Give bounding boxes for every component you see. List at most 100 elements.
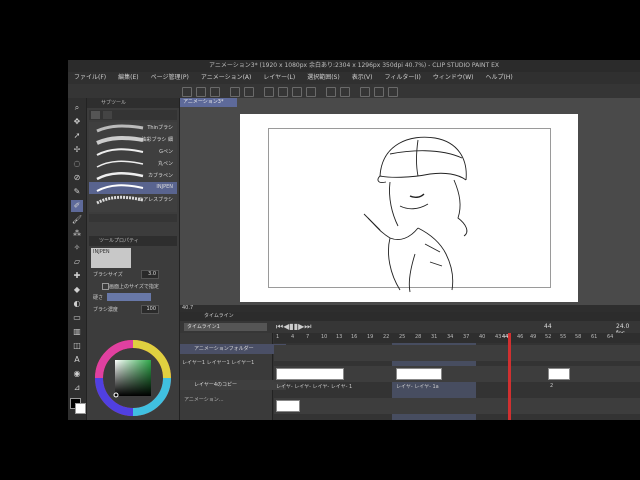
blend-tool-icon[interactable]: ✚ <box>71 270 83 282</box>
decoration-tool-icon[interactable]: ✧ <box>71 242 83 254</box>
fill-icon[interactable] <box>340 87 350 97</box>
track-cells <box>274 366 640 382</box>
zoom-tool-icon[interactable]: ⌕ <box>71 102 83 114</box>
letterbox-bottom <box>0 420 640 480</box>
menu-help[interactable]: ヘルプ(H) <box>479 72 518 84</box>
clear-icon[interactable] <box>264 87 274 97</box>
menu-page[interactable]: ページ管理(P) <box>145 72 195 84</box>
tool-property-header: ツールプロパティ <box>89 236 177 246</box>
app-window: アニメーション3* (1920 x 1080px 余白あり:2304 x 129… <box>68 60 640 420</box>
brush-tool-icon[interactable]: 🖌 <box>71 214 83 226</box>
brush-group-icon[interactable] <box>91 111 100 119</box>
lasso-tool-icon[interactable]: ◌ <box>71 158 83 170</box>
canvas-status-bar: 40.7 <box>180 305 640 312</box>
playback-controls-icon[interactable]: ⏮◀▮▮▶⏭ <box>276 322 312 332</box>
brush-list: Thinブラシ 油彩ブラシ 細 Gペン 丸ペン カブラペン INJPEN エアレ… <box>89 122 177 212</box>
correct-line-tool-icon[interactable]: ⊿ <box>71 382 83 394</box>
save-icon[interactable] <box>210 87 220 97</box>
hardness-label: 硬さ <box>93 295 104 301</box>
canvas-area: アニメーション3* 40.7 <box>180 98 640 312</box>
airbrush-tool-icon[interactable]: ⁂ <box>71 228 83 240</box>
brush-item[interactable]: カブラペン <box>89 170 177 182</box>
timeline-panel: タイムライン タイムライン1 ⏮◀▮▮▶⏭ 44 24.0 fps アニメーショ… <box>180 312 640 420</box>
subtool-header: サブツール <box>87 98 179 108</box>
track-animation-folder <box>274 345 640 361</box>
timeline-cell[interactable] <box>276 400 300 412</box>
crop-icon[interactable] <box>326 87 336 97</box>
timeline-cell[interactable] <box>276 368 344 380</box>
frame-tool-icon[interactable]: ▥ <box>71 326 83 338</box>
tool-palette: ⌕ ✥ ➚ ✢ ◌ ⊘ ✎ ✐ 🖌 ⁂ ✧ ▱ ✚ ◆ ◐ ▭ ▥ ◫ A ◉ … <box>68 98 87 420</box>
subtool-panel: サブツール Thinブラシ 油彩ブラシ 細 Gペン 丸ペン カブラペン INJP… <box>87 98 180 420</box>
transform-icon[interactable] <box>278 87 288 97</box>
move-tool-icon[interactable]: ✥ <box>71 116 83 128</box>
pencil-tool-icon[interactable]: ✐ <box>71 200 83 212</box>
density-label: ブラシ濃度 <box>93 307 118 313</box>
color-wheel[interactable] <box>95 340 171 416</box>
undo-icon[interactable] <box>230 87 240 97</box>
brush-item-selected[interactable]: INJPEN <box>89 182 177 194</box>
playhead[interactable] <box>508 333 511 420</box>
new-icon[interactable] <box>182 87 192 97</box>
menu-window[interactable]: ウィンドウ(W) <box>427 72 480 84</box>
screen-size-label: 画面上のサイズで指定 <box>109 284 159 290</box>
brush-item[interactable]: Thinブラシ <box>89 122 177 134</box>
invert-icon[interactable] <box>306 87 316 97</box>
sub-color-swatch[interactable] <box>75 403 86 414</box>
layer-cells-label: レイヤー1 レイヤー1 レイヤー1 <box>182 360 255 366</box>
fill-tool-icon[interactable]: ◆ <box>71 284 83 296</box>
brush-size-field[interactable]: 3.0 <box>141 270 159 279</box>
brush-list-footer <box>89 214 177 222</box>
layer-bottom[interactable]: アニメーション... <box>180 395 276 405</box>
screen-size-checkbox[interactable] <box>102 283 109 290</box>
track-text: レイヤ- レイヤ- レイヤ- レイヤ- 1 <box>276 384 353 390</box>
timeline-cell[interactable] <box>548 368 570 380</box>
snap-icon[interactable] <box>360 87 370 97</box>
operation-tool-icon[interactable]: ➚ <box>71 130 83 142</box>
command-bar <box>68 84 640 99</box>
timeline-layer-list: アニメーションフォルダー レイヤー1 レイヤー1 レイヤー1 レイヤー4のコピー… <box>180 333 286 420</box>
menu-view[interactable]: 表示(V) <box>346 72 379 84</box>
brush-item[interactable]: 油彩ブラシ 細 <box>89 134 177 146</box>
gradient-tool-icon[interactable]: ◐ <box>71 298 83 310</box>
menu-selection[interactable]: 選択範囲(S) <box>301 72 346 84</box>
layer-copy[interactable]: レイヤー4のコピー <box>180 380 286 390</box>
menu-file[interactable]: ファイル(F) <box>68 72 112 84</box>
menu-edit[interactable]: 編集(E) <box>112 72 144 84</box>
grid-icon[interactable] <box>388 87 398 97</box>
current-frame[interactable]: 44 <box>544 323 552 330</box>
hardness-selector[interactable] <box>107 293 151 301</box>
redo-icon[interactable] <box>244 87 254 97</box>
tool-property-panel: ツールプロパティ INJPEN ブラシサイズ 3.0 画面上のサイズで指定 硬さ… <box>89 236 177 326</box>
pen-tool-icon[interactable]: ✎ <box>71 186 83 198</box>
eyedropper-tool-icon[interactable]: ⊘ <box>71 172 83 184</box>
document-tab[interactable]: アニメーション3* <box>180 98 237 107</box>
layer-animation-folder[interactable]: アニメーションフォルダー <box>180 344 286 354</box>
zoom-value[interactable]: 40.7 <box>182 305 193 312</box>
text-tool-icon[interactable]: A <box>71 354 83 366</box>
figure-tool-icon[interactable]: ▭ <box>71 312 83 324</box>
frame-ruler[interactable]: 1 4 7 10 13 16 19 22 25 28 31 34 37 40 4… <box>274 333 640 343</box>
character-lineart <box>363 136 468 293</box>
timeline-controls: タイムライン1 ⏮◀▮▮▶⏭ 44 24.0 fps <box>180 321 640 337</box>
brush-item[interactable]: Gペン <box>89 146 177 158</box>
timeline-name-select[interactable]: タイムライン1 <box>184 323 267 331</box>
timeline-cell[interactable] <box>396 368 442 380</box>
menu-filter[interactable]: フィルター(I) <box>379 72 427 84</box>
subtool-groups <box>89 110 177 120</box>
density-field[interactable]: 100 <box>141 305 159 314</box>
brush-item[interactable]: エアレスブラシ <box>89 194 177 206</box>
deselect-icon[interactable] <box>292 87 302 97</box>
balloon-tool-icon[interactable]: ◉ <box>71 368 83 380</box>
menu-layer[interactable]: レイヤー(L) <box>257 72 301 84</box>
canvas-paper[interactable] <box>240 114 578 302</box>
menu-animation[interactable]: アニメーション(A) <box>195 72 258 84</box>
ruler-icon[interactable] <box>374 87 384 97</box>
open-icon[interactable] <box>196 87 206 97</box>
pen-group-icon[interactable] <box>103 111 112 119</box>
ruler-tool-icon[interactable]: ◫ <box>71 340 83 352</box>
eraser-tool-icon[interactable]: ▱ <box>71 256 83 268</box>
track-text-2: レイヤ- レイヤ- 1a <box>396 384 439 390</box>
brush-item[interactable]: 丸ペン <box>89 158 177 170</box>
move-layer-tool-icon[interactable]: ✢ <box>71 144 83 156</box>
